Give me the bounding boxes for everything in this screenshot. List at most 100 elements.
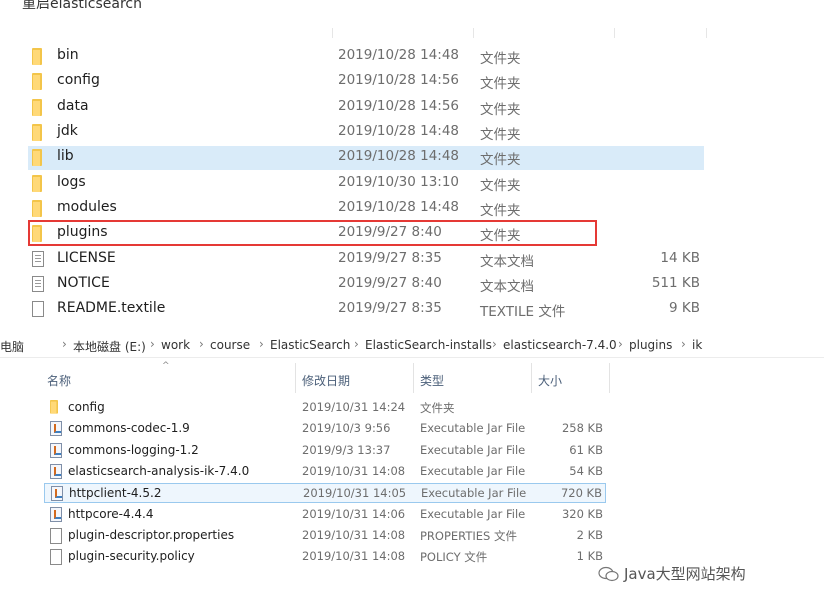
column-divider[interactable]: [531, 363, 532, 393]
breadcrumb-separator-icon: ›: [354, 337, 359, 351]
file-row[interactable]: commons-logging-1.2 2019/9/3 13:37 Executa…: [44, 441, 606, 461]
file-type: 文件夹: [480, 178, 521, 194]
file-modified-date: 2019/10/28 14:48: [338, 199, 460, 215]
file-type: 文本文档: [480, 279, 534, 295]
file-row[interactable]: modules 2019/10/28 14:48 文件夹: [28, 197, 704, 221]
file-name: lib: [57, 148, 74, 164]
file-size: 2 KB: [576, 527, 603, 542]
file-name: httpclient-4.5.2: [69, 486, 162, 501]
file-row[interactable]: plugin-descriptor.properties 2019/10/31 1…: [44, 526, 606, 546]
breadcrumb-item[interactable]: ElasticSearch: [270, 338, 350, 352]
folder-icon: [32, 175, 42, 192]
file-row[interactable]: README.textile 2019/9/27 8:35 TEXTILE 文件 9 …: [28, 298, 704, 322]
file-name: bin: [57, 47, 79, 63]
column-header-type[interactable]: 类型: [420, 372, 444, 389]
file-modified-date: 2019/10/28 14:48: [338, 47, 460, 63]
file-row[interactable]: data 2019/10/28 14:56 文件夹: [28, 96, 704, 120]
file-name: config: [68, 400, 105, 414]
column-header-date[interactable]: 修改日期: [302, 372, 350, 389]
file-modified-date: 2019/10/31 14:24: [302, 400, 406, 414]
file-row[interactable]: httpcore-4.4.4 2019/10/31 14:06 Executable…: [44, 505, 606, 525]
file-row[interactable]: jdk 2019/10/28 14:48 文件夹: [28, 121, 704, 145]
file-modified-date: 2019/9/27 8:35: [338, 300, 442, 316]
column-divider[interactable]: [295, 363, 296, 393]
column-header-name[interactable]: 名称: [47, 372, 71, 389]
breadcrumb-item[interactable]: ik: [692, 338, 702, 352]
file-size: 511 KB: [651, 275, 700, 291]
file-name: plugin-security.policy: [68, 549, 195, 564]
file-name: commons-codec-1.9: [68, 421, 190, 436]
file-row[interactable]: lib 2019/10/28 14:48 文件夹: [28, 146, 704, 170]
file-type: PROPERTIES 文件: [420, 528, 517, 543]
folder-icon: [32, 73, 42, 90]
wechat-icon: [598, 566, 619, 582]
file-name: config: [57, 72, 100, 88]
file-size: 61 KB: [569, 442, 603, 457]
file-modified-date: 2019/9/3 13:37: [302, 442, 391, 457]
file-row[interactable]: LICENSE 2019/9/27 8:35 文本文档 14 KB: [28, 248, 704, 272]
file-row[interactable]: bin 2019/10/28 14:48 文件夹: [28, 45, 704, 69]
file-type: 文件夹: [420, 401, 455, 415]
file-modified-date: 2019/10/3 9:56: [302, 421, 391, 436]
breadcrumb-separator-icon: ›: [618, 337, 623, 351]
file-modified-date: 2019/10/30 13:10: [338, 174, 460, 190]
file-row[interactable]: config 2019/10/31 14:24 文件夹: [44, 398, 606, 418]
file-size: 9 KB: [669, 300, 700, 316]
breadcrumb-separator-icon: ›: [259, 337, 264, 351]
file-row[interactable]: logs 2019/10/30 13:10 文件夹: [28, 172, 704, 196]
file-modified-date: 2019/10/28 14:48: [338, 123, 460, 139]
breadcrumb-item[interactable]: plugins: [629, 338, 672, 352]
file-row[interactable]: config 2019/10/28 14:56 文件夹: [28, 70, 704, 94]
file-type: Executable Jar File: [421, 486, 527, 501]
column-divider[interactable]: [609, 363, 610, 393]
file-icon: [50, 527, 62, 544]
file-row[interactable]: commons-codec-1.9 2019/10/3 9:56 Executabl…: [44, 419, 606, 439]
sort-ascending-icon: ^: [162, 361, 170, 371]
file-size: 320 KB: [561, 506, 603, 521]
file-row[interactable]: plugin-security.policy 2019/10/31 14:08 PO…: [44, 547, 606, 567]
file-type: 文件夹: [480, 51, 521, 67]
jar-icon: [50, 442, 62, 458]
file-icon: [32, 301, 44, 317]
breadcrumb-item[interactable]: 电脑: [0, 338, 24, 355]
breadcrumb-item[interactable]: 本地磁盘 (E:): [73, 338, 146, 355]
jar-icon: [51, 486, 63, 502]
file-name: plugin-descriptor.properties: [68, 527, 235, 542]
breadcrumb-separator-icon: ›: [150, 337, 155, 351]
file-name: jdk: [57, 123, 78, 139]
folder-icon: [32, 200, 42, 217]
folder-icon: [32, 99, 42, 116]
breadcrumb-item[interactable]: course: [210, 338, 250, 352]
file-size: 258 KB: [561, 421, 603, 436]
file-modified-date: 2019/10/31 14:06: [302, 506, 406, 521]
file-type: 文件夹: [480, 127, 521, 143]
breadcrumb-item[interactable]: elasticsearch-7.4.0: [503, 338, 617, 352]
file-type: 文件夹: [480, 76, 521, 92]
file-modified-date: 2019/10/28 14:48: [338, 148, 460, 164]
file-row[interactable]: elasticsearch-analysis-ik-7.4.0 2019/10/3…: [44, 462, 606, 482]
file-type: POLICY 文件: [420, 550, 488, 565]
file-row[interactable]: NOTICE 2019/9/27 8:40 文本文档 511 KB: [28, 273, 704, 297]
text-document-icon: [32, 251, 44, 267]
file-size: 1 KB: [576, 549, 603, 564]
column-header-size[interactable]: 大小: [538, 372, 562, 389]
folder-icon: [32, 124, 42, 141]
file-type: Executable Jar File: [420, 463, 526, 478]
file-modified-date: 2019/10/31 14:05: [303, 486, 407, 501]
breadcrumb-item[interactable]: work: [161, 338, 190, 352]
column-divider: [473, 28, 474, 38]
column-divider[interactable]: [413, 363, 414, 393]
watermark: Java大型网站架构: [624, 565, 746, 583]
breadcrumb-item[interactable]: ElasticSearch-installs: [365, 338, 492, 352]
breadcrumb: 电脑 › 本地磁盘 (E:) › work › course › ElasticSearch › E…: [0, 333, 824, 358]
plugins-highlight-box: [28, 220, 597, 246]
file-type: Executable Jar File: [420, 421, 526, 436]
file-type: 文件夹: [480, 102, 521, 118]
file-type: Executable Jar File: [420, 506, 526, 521]
file-name: logs: [57, 174, 86, 190]
column-divider: [706, 28, 707, 38]
file-name: LICENSE: [57, 250, 116, 266]
file-row[interactable]: httpclient-4.5.2 2019/10/31 14:05 Executab…: [44, 483, 606, 504]
file-type: 文本文档: [480, 254, 534, 270]
file-type: 文件夹: [480, 152, 521, 168]
